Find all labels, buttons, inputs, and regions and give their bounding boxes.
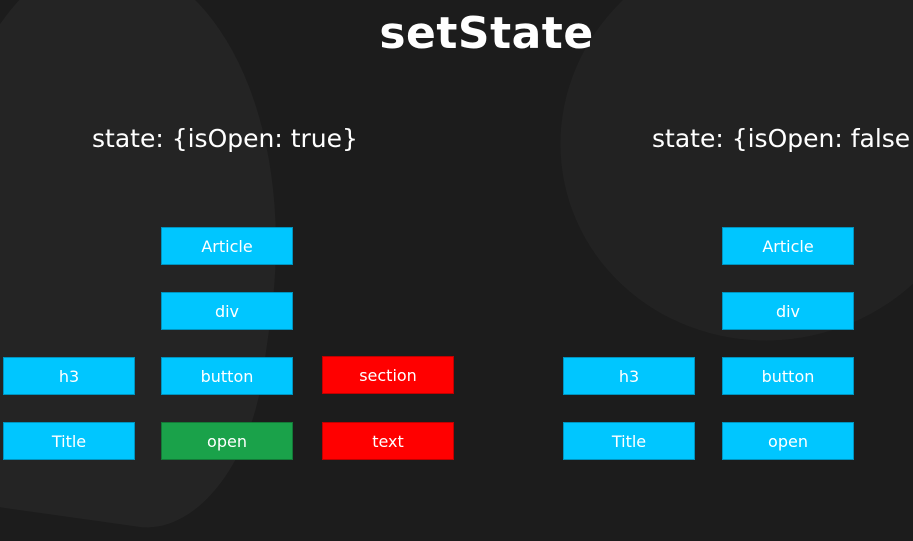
left-node-div: div	[161, 292, 293, 330]
slide-title: setState	[379, 8, 594, 59]
left-node-article: Article	[161, 227, 293, 265]
right-node-h3: h3	[563, 357, 695, 395]
left-node-title: Title	[3, 422, 135, 460]
left-node-h3: h3	[3, 357, 135, 395]
right-node-open: open	[722, 422, 854, 460]
right-node-button: button	[722, 357, 854, 395]
left-node-open: open	[161, 422, 293, 460]
left-node-section: section	[322, 356, 454, 394]
right-node-div: div	[722, 292, 854, 330]
left-state-label: state: {isOpen: true}	[92, 124, 358, 153]
left-node-button: button	[161, 357, 293, 395]
right-node-title: Title	[563, 422, 695, 460]
right-state-label: state: {isOpen: false}	[652, 124, 913, 153]
right-node-article: Article	[722, 227, 854, 265]
left-node-text: text	[322, 422, 454, 460]
